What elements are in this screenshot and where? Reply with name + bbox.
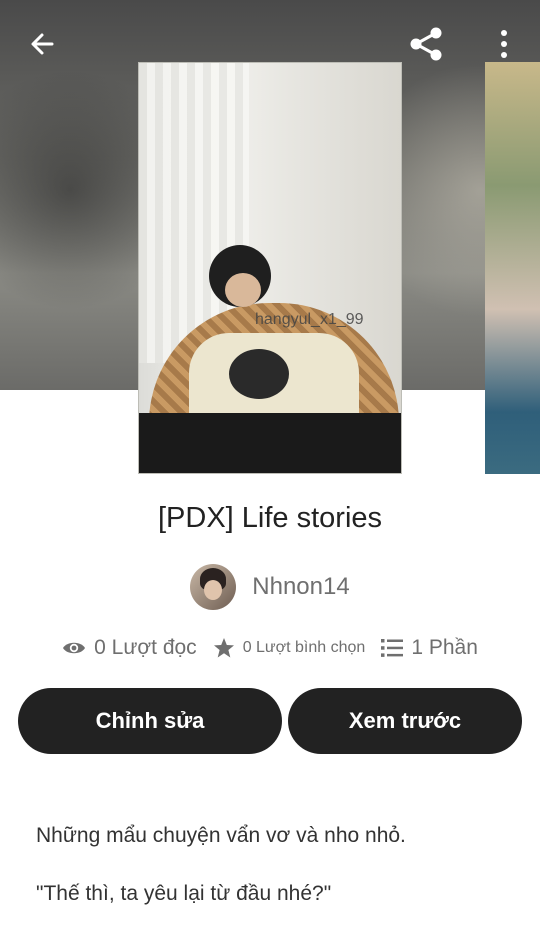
parts-count: 1 Phần: [411, 636, 478, 659]
votes-count: 0 Lượt bình chọn: [242, 639, 366, 656]
description-line-2: "Thế thì, ta yêu lại từ đầu nhé?": [36, 882, 332, 905]
more-options-button[interactable]: [482, 22, 526, 66]
next-story-cover[interactable]: [485, 62, 540, 474]
cover-person-pants: [139, 413, 401, 473]
list-icon: [381, 639, 404, 657]
reads-count: 0 Lượt đọc: [94, 636, 197, 659]
cover-person-face: [225, 273, 261, 307]
edit-button[interactable]: Chỉnh sửa: [18, 688, 282, 754]
description-line-1: Những mẩu chuyện vẩn vơ và nho nhỏ.: [36, 824, 406, 847]
share-icon: [410, 27, 442, 61]
avatar-face: [204, 580, 223, 600]
reads-stat: 0 Lượt đọc: [62, 636, 197, 660]
author-link[interactable]: Nhnon14: [0, 564, 540, 610]
more-vertical-icon: [501, 30, 507, 58]
author-avatar[interactable]: [190, 564, 237, 610]
back-button[interactable]: [20, 22, 64, 66]
preview-button[interactable]: Xem trước: [288, 688, 522, 754]
story-title: [PDX] Life stories: [157, 502, 383, 534]
star-icon: [213, 638, 234, 658]
eye-icon: [63, 642, 86, 654]
story-cover[interactable]: hangyul_x1_99: [138, 62, 402, 474]
votes-stat: 0 Lượt bình chọn: [213, 637, 366, 659]
cover-dog: [229, 349, 289, 399]
author-name[interactable]: Nhnon14: [252, 573, 349, 601]
cover-watermark: hangyul_x1_99: [255, 311, 364, 328]
story-stats: 0 Lượt đọc 0 Lượt bình chọn 1 Phần: [0, 636, 540, 660]
parts-stat: 1 Phần: [381, 636, 478, 660]
share-button[interactable]: [404, 22, 448, 66]
back-arrow-icon: [31, 33, 54, 55]
